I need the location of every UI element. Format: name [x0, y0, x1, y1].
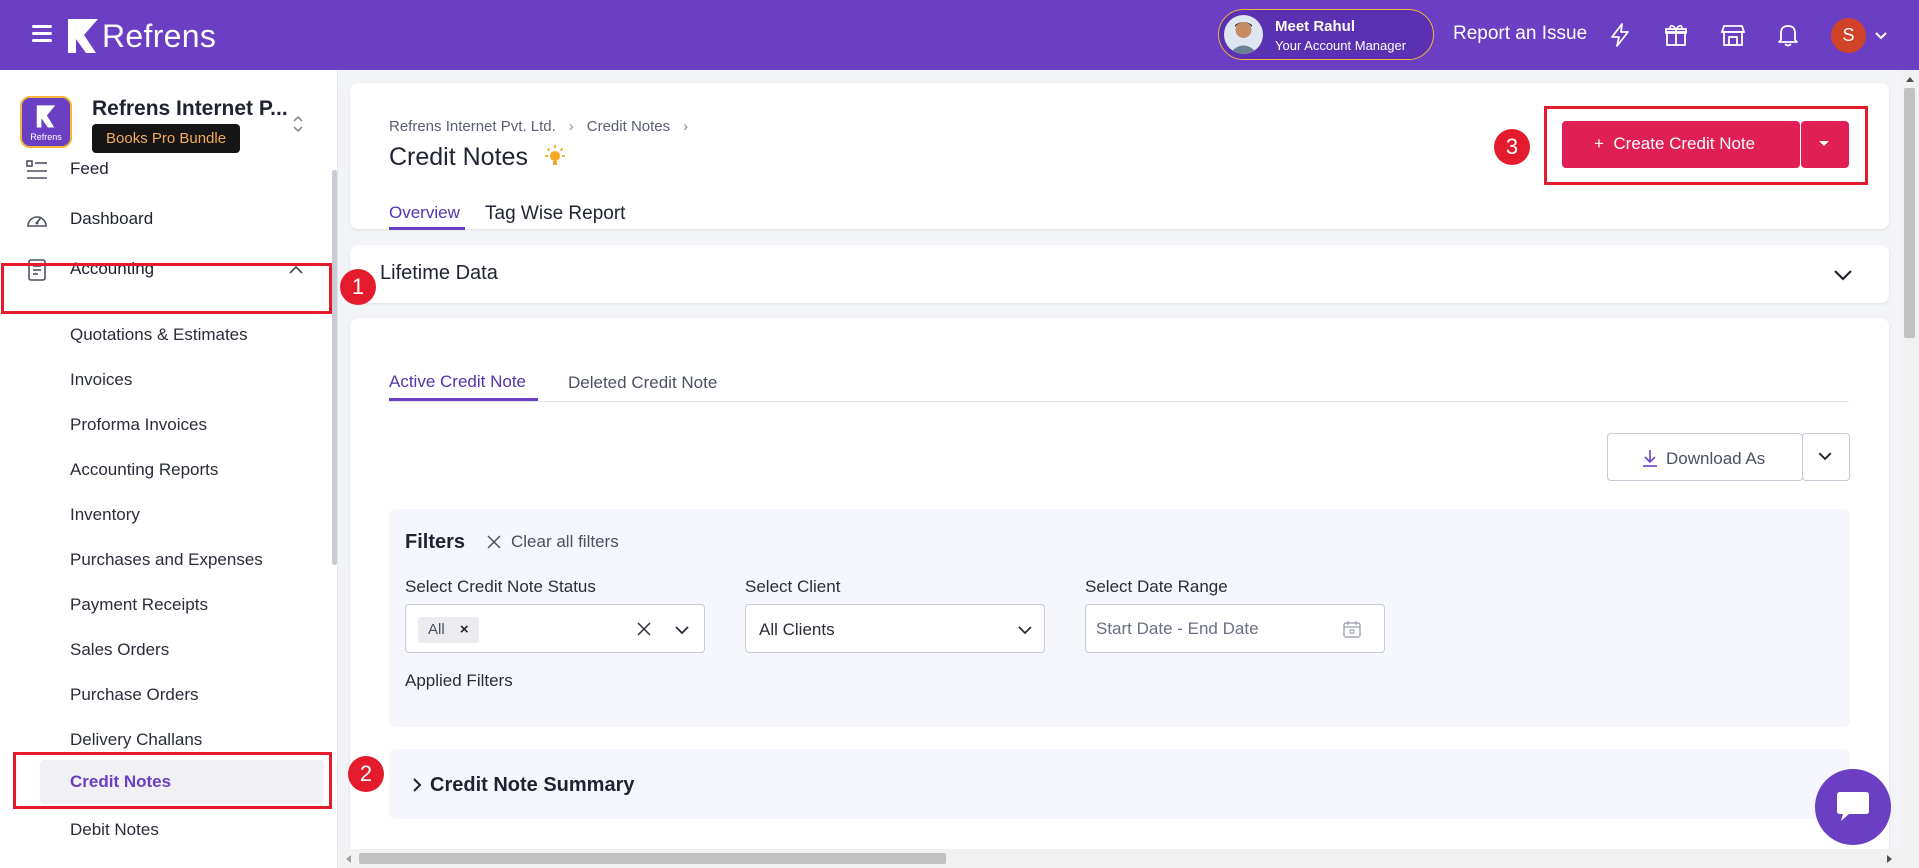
- sidebar-subitem-debit-notes[interactable]: Debit Notes: [70, 820, 159, 840]
- remove-chip-icon[interactable]: ×: [460, 617, 469, 643]
- sidebar-scrollbar[interactable]: [332, 170, 337, 565]
- date-range-label: Select Date Range: [1085, 577, 1228, 596]
- calendar-icon: [1343, 621, 1361, 638]
- chat-bubble-icon: [1837, 792, 1869, 821]
- highlight-credit-notes: [13, 752, 332, 809]
- active-tab-indicator: [389, 227, 465, 230]
- sidebar: Refrens Refrens Internet P... Books Pro …: [0, 70, 338, 868]
- sidebar-subitem-proforma-invoices[interactable]: Proforma Invoices: [70, 415, 207, 435]
- sidebar-subitem-delivery-challans[interactable]: Delivery Challans: [70, 730, 202, 750]
- client-select-value: All Clients: [759, 620, 835, 639]
- org-logo-text: Refrens: [30, 132, 62, 142]
- account-manager-pill[interactable]: Meet Rahul Your Account Manager: [1218, 9, 1434, 60]
- download-as-label: Download As: [1666, 449, 1766, 468]
- status-chip-label: All: [428, 621, 445, 638]
- client-filter-label: Select Client: [745, 577, 841, 596]
- client-select[interactable]: All Clients: [745, 604, 1045, 653]
- lifetime-data-title: Lifetime Data: [380, 262, 498, 284]
- chevron-right-icon: ›: [683, 118, 689, 135]
- vertical-scrollbar-thumb[interactable]: [1904, 88, 1915, 338]
- close-icon: [487, 535, 501, 549]
- sidebar-subitem-quotations[interactable]: Quotations & Estimates: [70, 325, 248, 345]
- clear-all-filters-button[interactable]: Clear all filters: [486, 532, 619, 552]
- manager-name: Meet Rahul: [1275, 18, 1356, 35]
- tab-active-credit-note[interactable]: Active Credit Note: [389, 372, 526, 392]
- highlight-create-credit-note: [1544, 106, 1868, 185]
- store-icon[interactable]: [1720, 22, 1746, 48]
- org-name[interactable]: Refrens Internet P...: [92, 97, 288, 121]
- tab-deleted-credit-note[interactable]: Deleted Credit Note: [568, 373, 717, 393]
- download-as-button[interactable]: Download As: [1607, 433, 1803, 481]
- sidebar-item-label: Feed: [70, 159, 109, 178]
- chevron-down-icon[interactable]: [673, 621, 691, 639]
- credit-note-summary-title: Credit Note Summary: [430, 774, 635, 796]
- manager-role: Your Account Manager: [1275, 38, 1407, 53]
- brand-name: Refrens: [102, 17, 217, 54]
- chevron-down-icon: [1818, 452, 1832, 461]
- switch-org-icon[interactable]: [290, 113, 306, 135]
- applied-filters-label: Applied Filters: [405, 671, 513, 690]
- org-logo[interactable]: Refrens: [20, 96, 72, 148]
- status-chip: All ×: [418, 617, 479, 643]
- brand-logo[interactable]: Refrens: [66, 16, 216, 56]
- download-icon: [1641, 448, 1659, 468]
- step-marker-2: 2: [348, 756, 384, 792]
- scroll-right-arrow-icon[interactable]: [1886, 854, 1894, 864]
- menu-icon[interactable]: [32, 25, 52, 43]
- breadcrumb-org-link[interactable]: Refrens Internet Pvt. Ltd.: [389, 118, 556, 135]
- top-bar: Refrens Meet Rahul Your Account Manager …: [0, 0, 1919, 70]
- user-avatar[interactable]: S: [1831, 18, 1866, 53]
- chevron-right-icon: ›: [568, 118, 574, 135]
- sidebar-subitem-purchases-expenses[interactable]: Purchases and Expenses: [70, 550, 263, 570]
- feed-icon: [25, 158, 49, 182]
- lifetime-data-panel[interactable]: [350, 245, 1889, 303]
- scroll-up-arrow-icon[interactable]: [1905, 75, 1915, 83]
- horizontal-scrollbar-thumb[interactable]: [359, 853, 946, 864]
- breadcrumb: Refrens Internet Pvt. Ltd. › Credit Note…: [389, 118, 701, 135]
- horizontal-scrollbar[interactable]: [339, 849, 1900, 868]
- refrens-logo-icon: [68, 19, 98, 53]
- clear-all-filters-label: Clear all filters: [511, 532, 619, 551]
- chevron-down-icon[interactable]: [1873, 28, 1889, 44]
- lightning-icon[interactable]: [1607, 22, 1633, 48]
- sidebar-subitem-payment-receipts[interactable]: Payment Receipts: [70, 595, 208, 615]
- chevron-down-icon[interactable]: [1831, 263, 1855, 287]
- lightbulb-icon[interactable]: [543, 144, 567, 170]
- filters-title: Filters: [405, 531, 466, 553]
- bell-icon[interactable]: [1775, 22, 1801, 48]
- page-title: Credit Notes: [389, 143, 528, 171]
- breadcrumb-credit-notes-link[interactable]: Credit Notes: [587, 118, 670, 135]
- credit-note-status-select[interactable]: All ×: [405, 604, 705, 653]
- sidebar-subitem-sales-orders[interactable]: Sales Orders: [70, 640, 169, 660]
- report-issue-link[interactable]: Report an Issue: [1453, 23, 1587, 45]
- gift-icon[interactable]: [1663, 22, 1689, 48]
- highlight-accounting: [1, 263, 332, 314]
- chevron-down-icon: [1018, 626, 1032, 635]
- sidebar-subitem-accounting-reports[interactable]: Accounting Reports: [70, 460, 218, 480]
- sidebar-item-dashboard[interactable]: Dashboard: [0, 195, 330, 243]
- date-range-placeholder: Start Date - End Date: [1096, 619, 1259, 638]
- tabs-divider: [389, 401, 1849, 402]
- tab-overview[interactable]: Overview: [389, 203, 460, 223]
- sidebar-subitem-inventory[interactable]: Inventory: [70, 505, 140, 525]
- date-range-picker[interactable]: Start Date - End Date: [1085, 604, 1385, 653]
- clear-selection-icon[interactable]: [636, 621, 652, 637]
- step-marker-1: 1: [340, 269, 376, 305]
- step-marker-3: 3: [1494, 129, 1530, 165]
- status-filter-label: Select Credit Note Status: [405, 577, 596, 596]
- dashboard-gauge-icon: [25, 208, 49, 232]
- sidebar-subitem-purchase-orders[interactable]: Purchase Orders: [70, 685, 199, 705]
- sidebar-item-label: Dashboard: [70, 209, 154, 228]
- manager-avatar: [1224, 15, 1263, 54]
- sidebar-item-feed[interactable]: Feed: [0, 145, 330, 193]
- sidebar-subitem-invoices[interactable]: Invoices: [70, 370, 132, 390]
- tab-tag-wise-report[interactable]: Tag Wise Report: [485, 203, 625, 225]
- chevron-right-icon[interactable]: [410, 776, 424, 794]
- download-options-dropdown-button[interactable]: [1802, 433, 1850, 481]
- vertical-scrollbar[interactable]: [1900, 70, 1919, 868]
- scroll-left-arrow-icon[interactable]: [344, 854, 352, 864]
- chat-support-button[interactable]: [1815, 769, 1891, 845]
